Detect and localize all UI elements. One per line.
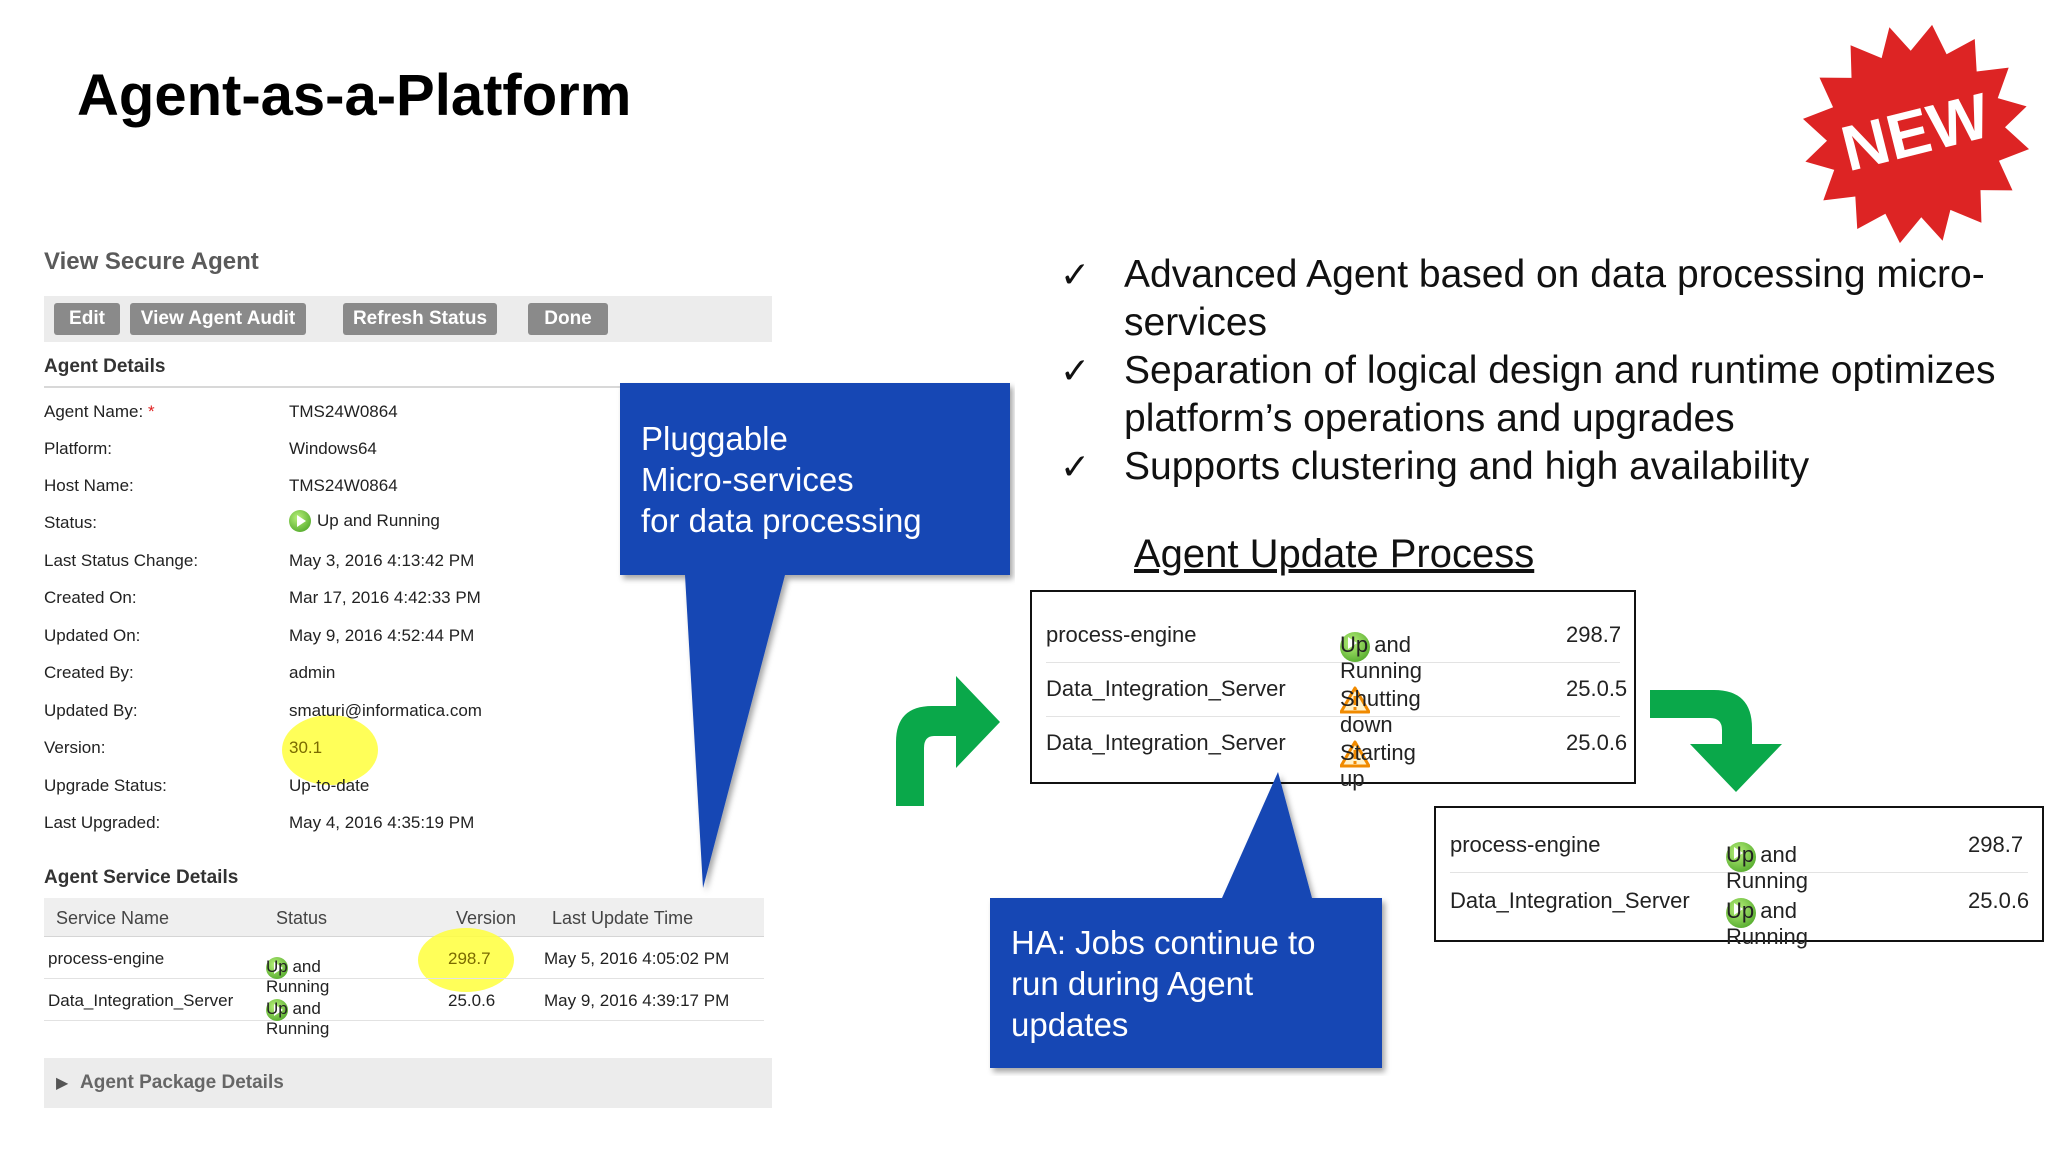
service-details-title: Agent Service Details <box>44 867 239 888</box>
detail-label: Agent Name: <box>44 402 144 421</box>
service-name: Data_Integration_Server <box>1450 888 1690 913</box>
table-row: Data_Integration_Server Shutting down 25… <box>1046 664 1627 737</box>
check-icon: ✓ <box>1060 350 1091 391</box>
agent-toolbar: Edit View Agent Audit Refresh Status Don… <box>44 296 772 342</box>
expand-arrow-icon[interactable]: ▶ <box>56 1073 68 1093</box>
detail-updated-by: Updated By: smaturi@informatica.com <box>44 695 604 727</box>
required-marker: * <box>147 402 155 421</box>
detail-version: Version: 30.1 <box>44 732 604 764</box>
column-header[interactable]: Service Name <box>56 908 169 929</box>
update-table-after: process-engine Up and Running 298.7 Data… <box>1434 806 2044 949</box>
detail-label: Last Status Change: <box>44 551 199 570</box>
detail-agent-name: Agent Name: * TMS24W0864 <box>44 396 604 428</box>
detail-label: Version: <box>44 738 106 757</box>
detail-label: Platform: <box>44 439 113 458</box>
service-version: 298.7 <box>1968 832 2024 857</box>
detail-label: Created On: <box>44 588 137 607</box>
detail-value: admin <box>289 663 336 682</box>
edit-button[interactable]: Edit <box>54 303 120 335</box>
detail-host-name: Host Name: TMS24W0864 <box>44 470 604 502</box>
detail-created-by: Created By: admin <box>44 657 604 689</box>
panel-title: View Secure Agent <box>44 248 259 275</box>
detail-last-status-change: Last Status Change: May 3, 2016 4:13:42 … <box>44 545 604 577</box>
table-row: Data_Integration_Server Up and Running 2… <box>1450 876 2030 949</box>
detail-value: May 9, 2016 4:52:44 PM <box>289 626 475 645</box>
table-row[interactable]: Data_Integration_Server Up and Running 2… <box>44 980 764 1038</box>
detail-value: Windows64 <box>289 439 377 458</box>
detail-value: Up-to-date <box>289 776 370 795</box>
new-badge: NEW <box>1800 18 2032 250</box>
view-agent-audit-button[interactable]: View Agent Audit <box>130 303 306 335</box>
update-table-before: process-engine Up and Running 298.7 Data… <box>1030 590 1636 791</box>
detail-value: Mar 17, 2016 4:42:33 PM <box>289 588 481 607</box>
service-name: Data_Integration_Server <box>48 991 234 1010</box>
service-version: 25.0.5 <box>1566 676 1628 701</box>
table-row: Data_Integration_Server Starting up 25.0… <box>1046 718 1627 791</box>
detail-value: 30.1 <box>289 738 323 757</box>
service-name: Data_Integration_Server <box>1046 730 1286 755</box>
detail-label: Status: <box>44 513 97 532</box>
detail-created-on: Created On: Mar 17, 2016 4:42:33 PM <box>44 582 604 614</box>
service-name: process-engine <box>1450 832 1601 857</box>
detail-status: Status: Up and Running <box>44 507 604 539</box>
starburst-icon: NEW <box>1802 24 2030 244</box>
agent-details-title: Agent Details <box>44 356 166 377</box>
table-row[interactable]: process-engine Up and Running 298.7 May … <box>44 938 764 996</box>
detail-updated-on: Updated On: May 9, 2016 4:52:44 PM <box>44 620 604 652</box>
service-name: Data_Integration_Server <box>1046 676 1286 701</box>
table-row: process-engine Up and Running 298.7 <box>1046 610 1622 683</box>
detail-label: Updated On: <box>44 626 141 645</box>
agent-package-details[interactable]: ▶ Agent Package Details <box>44 1058 772 1108</box>
detail-label: Created By: <box>44 663 134 682</box>
slide-title: Agent-as-a-Platform <box>77 63 632 128</box>
arrow-right-down-icon <box>1650 690 1782 792</box>
detail-label: Upgrade Status: <box>44 776 167 795</box>
service-name: process-engine <box>1046 622 1197 647</box>
service-table-header: Service Name Status Version Last Update … <box>44 898 764 937</box>
detail-value: TMS24W0864 <box>289 476 398 495</box>
pluggable-callout-text: Pluggable Micro-services for data proces… <box>641 420 922 539</box>
running-icon <box>289 510 311 532</box>
service-name: process-engine <box>48 949 165 968</box>
service-status: Up and Running <box>1726 898 1808 949</box>
service-version: 298.7 <box>448 949 491 968</box>
service-version: 25.0.6 <box>448 991 496 1010</box>
check-icon: ✓ <box>1060 254 1091 295</box>
ha-callout-text: HA: Jobs continue to run during Agent up… <box>1011 924 1316 1043</box>
service-updated: May 9, 2016 4:39:17 PM <box>544 991 730 1010</box>
done-button[interactable]: Done <box>528 303 608 335</box>
detail-last-upgraded: Last Upgraded: May 4, 2016 4:35:19 PM <box>44 807 604 839</box>
detail-label: Host Name: <box>44 476 134 495</box>
detail-platform: Platform: Windows64 <box>44 433 604 465</box>
table-row: process-engine Up and Running 298.7 <box>1450 820 2028 893</box>
column-header[interactable]: Last Update Time <box>552 908 693 929</box>
column-header[interactable]: Version <box>456 908 516 929</box>
package-label: Agent Package Details <box>80 1072 284 1093</box>
detail-label: Updated By: <box>44 701 138 720</box>
service-status: Up and Running <box>266 999 330 1038</box>
detail-value: Up and Running <box>317 511 440 530</box>
service-version: 25.0.6 <box>1566 730 1628 755</box>
detail-label: Last Upgraded: <box>44 813 161 832</box>
detail-value: TMS24W0864 <box>289 402 398 421</box>
service-version: 25.0.6 <box>1968 888 2030 913</box>
check-icon: ✓ <box>1060 446 1091 487</box>
service-updated: May 5, 2016 4:05:02 PM <box>544 949 730 968</box>
update-process-title: Agent Update Process <box>1134 532 1535 576</box>
detail-value: May 3, 2016 4:13:42 PM <box>289 551 475 570</box>
service-version: 298.7 <box>1566 622 1622 647</box>
detail-upgrade-status: Upgrade Status: Up-to-date <box>44 770 604 802</box>
detail-value: smaturi@informatica.com <box>289 701 482 720</box>
refresh-status-button[interactable]: Refresh Status <box>343 303 497 335</box>
column-header[interactable]: Status <box>276 908 327 929</box>
detail-value: May 4, 2016 4:35:19 PM <box>289 813 475 832</box>
